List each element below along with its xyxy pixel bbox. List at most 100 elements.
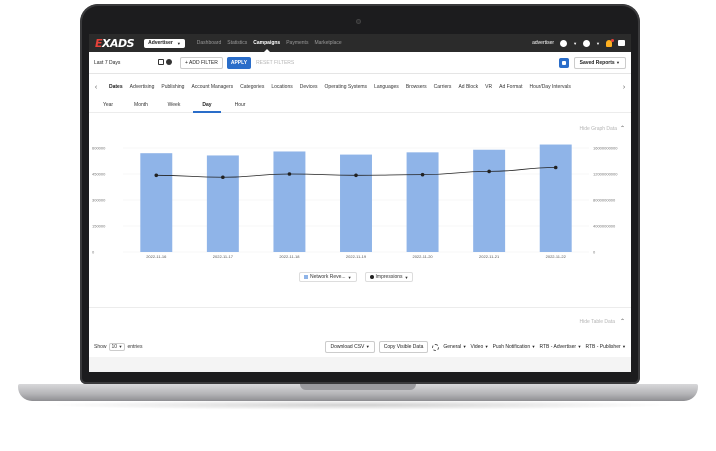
legend-item-revenue[interactable]: Network Reve... ▼ (299, 272, 357, 282)
hide-graph-toggle[interactable]: Hide Graph Data (579, 126, 617, 132)
bar[interactable] (406, 152, 439, 252)
bar[interactable] (273, 151, 306, 252)
impressions-point[interactable] (487, 169, 491, 174)
chevron-left-icon[interactable]: ‹ (89, 84, 103, 91)
time-tab-year[interactable]: Year (94, 102, 122, 108)
user-name[interactable]: advertiser (532, 40, 554, 46)
chart-legend: Network Reve... ▼ Impressions ▼ (299, 272, 414, 282)
group-rtb-publisher-label: RTB - Publisher (585, 344, 621, 350)
reset-filters-button[interactable]: RESET FILTERS (256, 60, 294, 66)
nav-dashboard[interactable]: Dashboard (197, 40, 221, 46)
y-right-tick-label: 12000000000 (593, 172, 618, 177)
chat-icon[interactable] (618, 40, 625, 46)
dimension-tab-account-managers[interactable]: Account Managers (191, 84, 233, 90)
bell-icon[interactable] (606, 38, 614, 47)
user-area: advertiser ▼ ▼ (532, 38, 625, 47)
group-video-label: Video (470, 344, 484, 350)
dimension-tab-list: Dates Advertising Publishing Account Manage… (103, 84, 617, 90)
apply-button[interactable]: APPLY (226, 56, 252, 69)
hide-table-toggle[interactable]: Hide Table Data (580, 319, 616, 325)
dimension-tab-advertising[interactable]: Advertising (130, 84, 155, 90)
impressions-point[interactable] (221, 175, 225, 180)
globe-icon[interactable] (583, 39, 591, 47)
impressions-point[interactable] (420, 172, 425, 177)
copy-visible-data-button[interactable]: Copy Visible Data (378, 341, 429, 353)
date-range-picker[interactable]: Last 7 Days (94, 58, 172, 67)
legend-item-impressions[interactable]: Impressions ▼ (364, 272, 414, 282)
bar[interactable] (539, 144, 572, 252)
chevron-up-icon[interactable]: ⌃ (620, 125, 625, 132)
x-tick-label: 2022-11-18 (279, 254, 300, 259)
dimension-tab-dates[interactable]: Dates (109, 84, 123, 90)
y-right-tick-label: 8000000000 (593, 198, 616, 203)
laptop-shadow (40, 400, 676, 410)
chevron-down-icon: ▼ (616, 59, 620, 65)
download-csv-button[interactable]: Download CSV ▼ (325, 341, 375, 353)
calendar-icon[interactable] (158, 58, 164, 65)
main-nav: Dashboard Statistics Campaigns Payments … (197, 40, 342, 52)
add-filter-button[interactable]: + ADD FILTER (180, 56, 223, 69)
gear-icon[interactable] (432, 343, 440, 351)
dimension-tab-devices[interactable]: Devices (300, 84, 318, 90)
saved-reports-label: Saved Reports (579, 59, 615, 66)
dot-swatch-icon (369, 275, 374, 279)
chevron-down-icon: ▼ (577, 344, 582, 349)
nav-statistics[interactable]: Statistics (227, 40, 247, 46)
time-tab-month[interactable]: Month (127, 102, 155, 108)
group-video-dropdown[interactable]: Video ▼ (471, 344, 489, 350)
nav-campaigns[interactable]: Campaigns (253, 40, 280, 52)
chevron-down-icon: ▼ (484, 344, 489, 349)
dimension-tab-browsers[interactable]: Browsers (406, 84, 427, 90)
y-left-tick-label: 150000 (92, 224, 106, 229)
dimension-tab-publishing[interactable]: Publishing (161, 84, 184, 90)
dimension-tab-ad-block[interactable]: Ad Block (458, 84, 478, 90)
x-tick-label: 2022-11-20 (412, 254, 433, 259)
role-select[interactable]: Advertiser ▼ (144, 38, 185, 48)
time-tab-week[interactable]: Week (160, 102, 188, 108)
chevron-down-icon: ▼ (365, 344, 370, 349)
chevron-down-icon: ▼ (596, 40, 600, 46)
group-rtb-publisher-dropdown[interactable]: RTB - Publisher ▼ (585, 344, 626, 350)
dimension-tab-locations[interactable]: Locations (271, 84, 292, 90)
download-csv-label: Download CSV (330, 344, 365, 350)
entries-label: entries (127, 344, 143, 350)
help-icon[interactable] (166, 58, 172, 65)
dimension-tab-carriers[interactable]: Carriers (434, 84, 452, 90)
impressions-point[interactable] (154, 173, 159, 178)
dimension-tab-categories[interactable]: Categories (240, 84, 264, 90)
group-general-dropdown[interactable]: General ▼ (443, 344, 466, 350)
impressions-point[interactable] (354, 173, 358, 178)
dimension-tab-vr[interactable]: VR (485, 84, 492, 90)
nav-payments[interactable]: Payments (286, 40, 308, 46)
bar[interactable] (206, 155, 239, 252)
group-push-dropdown[interactable]: Push Notification ▼ (493, 344, 536, 350)
bar[interactable] (340, 154, 372, 252)
chevron-down-icon: ▼ (176, 40, 181, 46)
saved-reports-dropdown[interactable]: Saved Reports ▼ (573, 56, 626, 69)
dimension-tab-operating-systems[interactable]: Operating Systems (325, 84, 368, 90)
time-tabs: Year Month Week Day Hour (89, 97, 631, 113)
impressions-point[interactable] (553, 165, 558, 170)
entries-select[interactable]: 10 ▼ (108, 343, 126, 351)
logo[interactable]: EXADS (95, 37, 135, 50)
chevron-down-icon: ▼ (462, 344, 467, 349)
time-tab-day[interactable]: Day (193, 102, 221, 113)
chevron-up-icon[interactable]: ⌃ (620, 318, 625, 325)
group-rtb-advertiser-dropdown[interactable]: RTB - Advertiser ▼ (539, 344, 581, 350)
impressions-point[interactable] (287, 172, 292, 176)
dimension-tab-languages[interactable]: Languages (374, 84, 399, 90)
time-tab-hour[interactable]: Hour (226, 102, 254, 108)
y-right-tick-label: 0 (593, 250, 596, 255)
screen: EXADS Advertiser ▼ Dashboard Statistics … (89, 34, 631, 372)
legend-label-impressions: Impressions (375, 274, 403, 280)
bar[interactable] (473, 149, 506, 252)
save-icon[interactable] (558, 57, 569, 68)
bar[interactable] (140, 153, 173, 252)
chevron-right-icon[interactable]: › (617, 84, 631, 91)
chevron-down-icon: ▼ (118, 344, 123, 349)
dimension-tab-hour-day-intervals[interactable]: Hour/Day Intervals (529, 84, 570, 90)
user-icon[interactable] (560, 39, 568, 47)
nav-marketplace[interactable]: Marketplace (314, 40, 341, 46)
dimension-tab-ad-format[interactable]: Ad Format (499, 84, 522, 90)
table-area (89, 357, 631, 372)
